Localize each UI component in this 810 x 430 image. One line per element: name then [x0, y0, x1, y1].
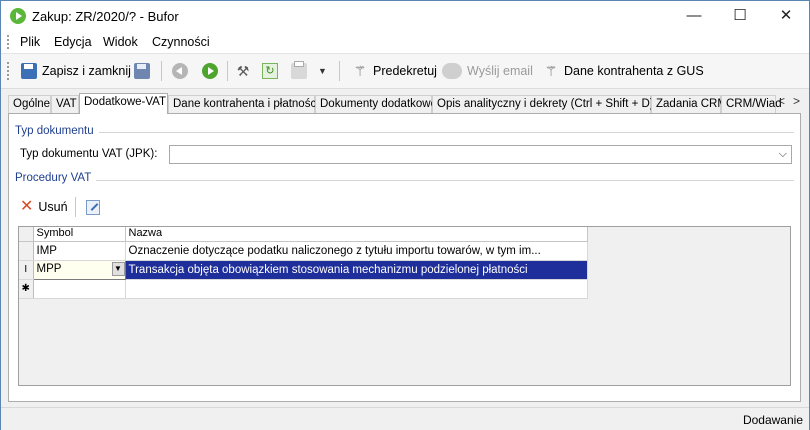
column-header-symbol[interactable]: Symbol — [33, 227, 126, 242]
table-row-new[interactable]: ✱ — [19, 279, 588, 299]
tab-dodatkowe-vat[interactable]: Dodatkowe-VAT — [79, 93, 168, 114]
forward-arrow-icon — [202, 63, 218, 79]
group-caption-procedury-vat: Procedury VAT — [15, 172, 92, 184]
refresh-icon: ↻ — [262, 63, 278, 79]
chevron-down-icon: ▼ — [318, 66, 327, 76]
cell-name[interactable]: Transakcja objęta obowiązkiem stosowania… — [125, 260, 588, 280]
menu-bar: Plik Edycja Widok Czynności — [1, 31, 809, 54]
delete-button[interactable]: ✕ Usuń — [20, 199, 68, 215]
magic-wand-icon: ⚚ — [544, 63, 558, 79]
print-dropdown[interactable]: ▼ — [318, 60, 327, 82]
back-arrow-icon — [172, 63, 188, 79]
save-close-label: Zapisz i zamknij — [42, 64, 131, 78]
table-row[interactable]: IMP Oznaczenie dotyczące podatku naliczo… — [19, 241, 588, 261]
gus-button[interactable]: ⚚ Dane kontrahenta z GUS — [543, 60, 704, 82]
tab-ogolne[interactable]: Ogólne — [8, 95, 51, 113]
row-header-corner — [19, 227, 34, 242]
close-button[interactable]: ✕ — [763, 1, 809, 31]
cloud-email-icon — [442, 63, 462, 79]
window-title: Zakup: ZR/2020/? - Bufor — [32, 9, 179, 24]
menu-grip — [7, 35, 11, 49]
procedures-table: Symbol Nazwa IMP Oznaczenie dotyczące po… — [19, 227, 588, 299]
edit-icon[interactable] — [85, 199, 100, 215]
toolbar-separator — [161, 61, 162, 81]
table-row-selected[interactable]: I MPP ▼ Transakcja objęta obowiązkiem st… — [19, 259, 588, 280]
doc-type-combobox[interactable]: ⌵ — [169, 145, 792, 164]
magic-wand-icon: ⚚ — [353, 63, 367, 79]
save-button[interactable] — [134, 60, 155, 82]
menu-czynnosci[interactable]: Czynności — [152, 35, 210, 49]
toolbar-separator — [227, 61, 228, 81]
status-bar: Dodawanie — [1, 407, 809, 430]
predekretuj-button[interactable]: ⚚ Predekretuj — [352, 60, 437, 82]
cell-symbol-value[interactable]: MPP — [37, 263, 62, 275]
group-divider — [96, 180, 794, 181]
maximize-button[interactable]: ☐ — [717, 1, 763, 31]
menu-widok[interactable]: Widok — [103, 35, 138, 49]
toolbar-grip — [7, 62, 11, 80]
cell-symbol-editor[interactable]: MPP ▼ — [32, 259, 126, 280]
app-play-icon — [10, 8, 26, 24]
grid-header-row: Symbol Nazwa — [19, 227, 588, 242]
tab-panel-dodatkowe-vat: Typ dokumentu Typ dokumentu VAT (JPK): ⌵… — [8, 113, 801, 402]
tab-scroll-left-icon[interactable]: < — [778, 94, 785, 108]
status-mode: Dodawanie — [742, 413, 803, 427]
predekretuj-label: Predekretuj — [373, 64, 437, 78]
send-email-button[interactable]: Wyślij email — [442, 60, 533, 82]
delete-label: Usuń — [38, 200, 68, 214]
toolbar: Zapisz i zamknij ⚒ ↻ ▼ ⚚ Predekretuj Wyś… — [1, 54, 809, 89]
cell-name[interactable]: Oznaczenie dotyczące podatku naliczonego… — [125, 241, 588, 261]
procedures-grid: Symbol Nazwa IMP Oznaczenie dotyczące po… — [18, 226, 791, 386]
main-window: Zakup: ZR/2020/? - Bufor — ☐ ✕ Plik Edyc… — [0, 0, 810, 430]
tab-strip: Ogólne VAT Dodatkowe-VAT Dane kontrahent… — [8, 93, 806, 114]
tab-dokumenty-dodatkowe[interactable]: Dokumenty dodatkowe — [315, 95, 437, 113]
forward-button[interactable] — [202, 60, 223, 82]
refresh-button[interactable]: ↻ — [262, 60, 283, 82]
tools-icon: ⚒ — [236, 63, 250, 79]
tab-crm-wiad[interactable]: CRM/Wiad — [721, 95, 782, 113]
menu-edycja[interactable]: Edycja — [54, 35, 92, 49]
save-icon — [134, 63, 150, 79]
symbol-dropdown-icon[interactable]: ▼ — [111, 262, 124, 276]
row-marker-edit-cursor-icon[interactable]: I — [19, 260, 34, 280]
title-bar: Zakup: ZR/2020/? - Bufor — ☐ ✕ — [1, 1, 809, 31]
tab-opis-analityczny[interactable]: Opis analityczny i dekrety (Ctrl + Shift… — [432, 95, 654, 113]
print-button[interactable] — [291, 60, 312, 82]
minimize-button[interactable]: — — [671, 1, 717, 31]
back-button[interactable] — [172, 60, 193, 82]
send-email-label: Wyślij email — [467, 64, 533, 78]
toolbar-separator — [74, 197, 76, 217]
printer-icon — [291, 61, 307, 79]
new-row-asterisk-icon[interactable]: ✱ — [19, 279, 34, 299]
cell-name[interactable] — [125, 279, 588, 299]
cell-symbol[interactable]: IMP — [33, 241, 126, 261]
toolbar-separator — [339, 61, 340, 81]
group-caption-typ-dokumentu: Typ dokumentu — [15, 125, 94, 137]
doc-type-label: Typ dokumentu VAT (JPK): — [20, 148, 158, 160]
tab-dane-kontrahenta[interactable]: Dane kontrahenta i płatności — [168, 95, 319, 113]
delete-x-icon: ✕ — [20, 198, 34, 215]
group-divider — [99, 132, 794, 133]
grid-toolbar: ✕ Usuń — [20, 194, 100, 220]
menu-plik[interactable]: Plik — [20, 35, 40, 49]
tab-scroll-right-icon[interactable]: > — [793, 94, 800, 108]
tab-zadania-crm[interactable]: Zadania CRM — [651, 95, 727, 113]
tab-vat[interactable]: VAT — [51, 95, 79, 113]
chevron-down-icon[interactable]: ⌵ — [779, 146, 787, 163]
save-icon — [21, 63, 37, 79]
cell-symbol[interactable] — [33, 279, 126, 299]
save-close-button[interactable]: Zapisz i zamknij — [21, 60, 131, 82]
tools-button[interactable]: ⚒ — [235, 60, 256, 82]
row-marker[interactable] — [19, 241, 34, 261]
column-header-nazwa[interactable]: Nazwa — [125, 227, 588, 242]
gus-label: Dane kontrahenta z GUS — [564, 64, 704, 78]
